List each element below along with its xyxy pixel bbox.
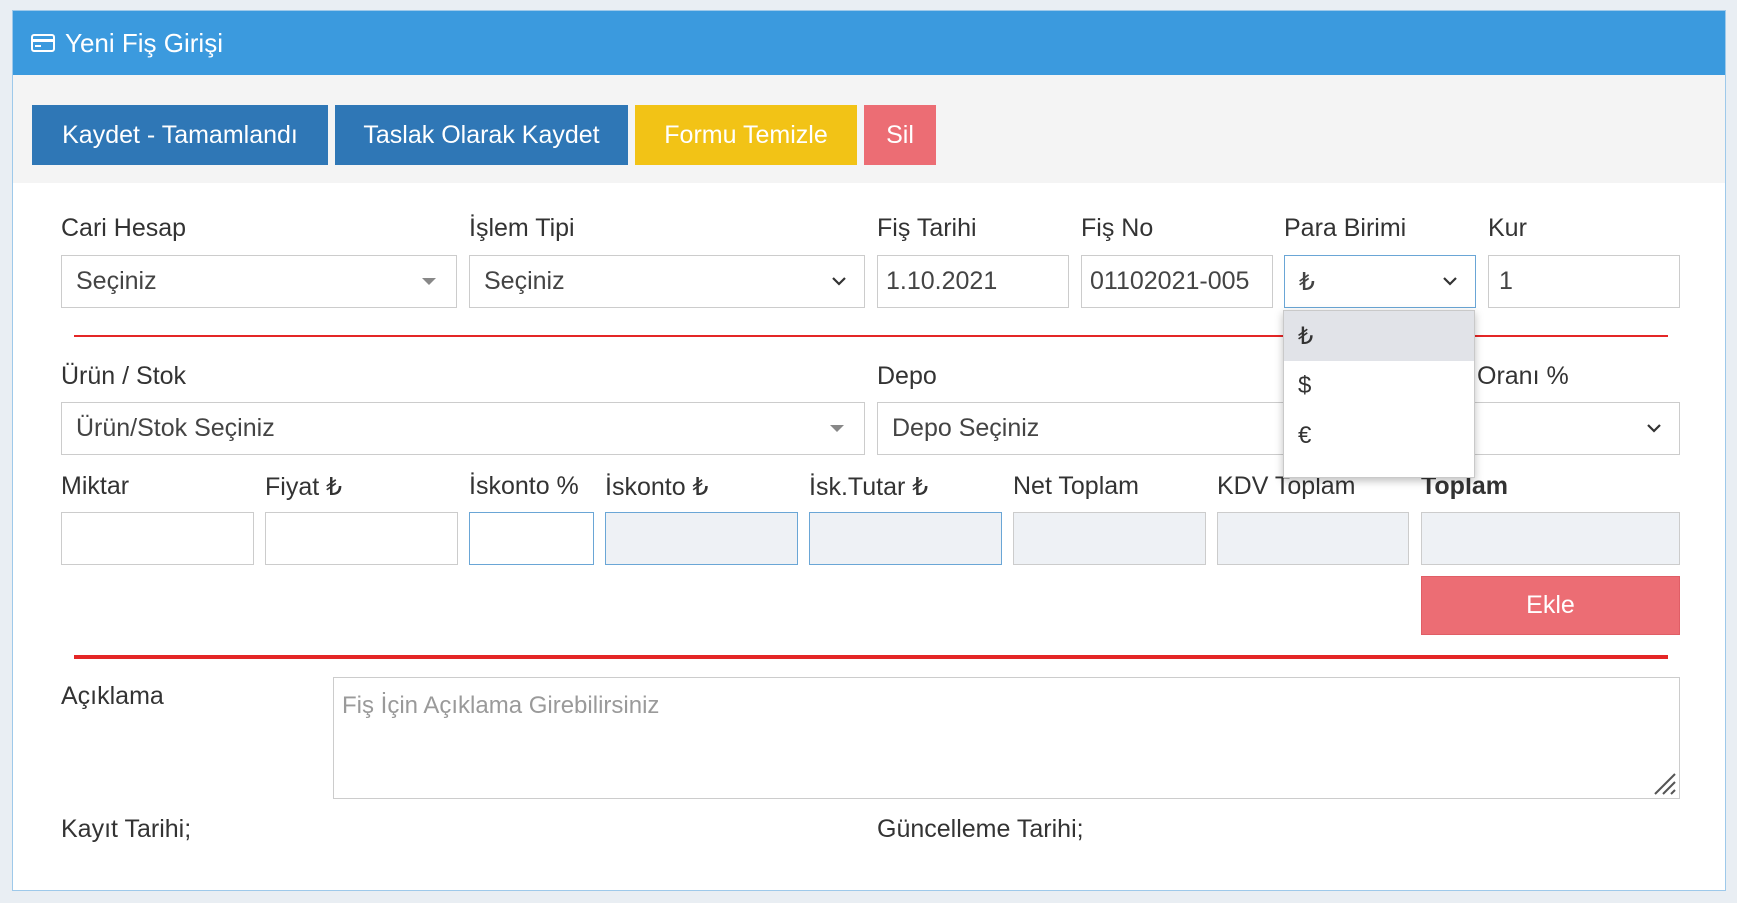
currency-option-usd[interactable]: $ — [1284, 361, 1474, 411]
para-birimi-label: Para Birimi — [1284, 214, 1407, 242]
fis-no-value: 01102021-005 — [1090, 267, 1250, 295]
fis-no-label: Fiş No — [1081, 214, 1154, 242]
caret-down-icon — [422, 278, 436, 285]
aciklama-placeholder: Fiş İçin Açıklama Girebilirsiniz — [342, 692, 660, 719]
chevron-down-icon — [832, 277, 846, 286]
delete-button[interactable]: Sil — [864, 105, 936, 165]
iskonto-yuzde-label: İskonto % — [469, 472, 579, 500]
kayit-tarihi-label: Kayıt Tarihi; — [61, 815, 192, 843]
chevron-down-icon — [1443, 277, 1457, 286]
credit-card-icon — [31, 34, 55, 52]
page-title: Yeni Fiş Girişi — [65, 27, 223, 58]
add-button[interactable]: Ekle — [1421, 576, 1680, 635]
net-toplam-label: Net Toplam — [1013, 472, 1139, 500]
iskonto-tl-input — [605, 512, 798, 565]
islem-tipi-value: Seçiniz — [484, 267, 565, 295]
para-birimi-value: ₺ — [1299, 267, 1315, 296]
save-complete-button[interactable]: Kaydet - Tamamlandı — [32, 105, 328, 165]
kdv-orani-label: Oranı % — [1477, 362, 1569, 390]
isk-tutar-label: İsk.Tutar ₺ — [809, 473, 929, 501]
isk-tutar-input — [809, 512, 1002, 565]
fiyat-label: Fiyat ₺ — [265, 473, 343, 501]
islem-tipi-select[interactable]: Seçiniz — [469, 255, 865, 308]
islem-tipi-label: İşlem Tipi — [469, 214, 575, 242]
para-birimi-dropdown: ₺ $ € — [1283, 310, 1475, 478]
kur-value: 1 — [1499, 267, 1513, 295]
urun-stok-select[interactable]: Ürün/Stok Seçiniz — [61, 402, 865, 455]
kur-label: Kur — [1488, 214, 1527, 242]
resize-handle-icon[interactable] — [1649, 768, 1677, 796]
fis-tarihi-label: Fiş Tarihi — [877, 214, 977, 242]
iskonto-yuzde-input[interactable] — [469, 512, 594, 565]
aciklama-label: Açıklama — [61, 682, 164, 710]
kdv-toplam-input — [1217, 512, 1409, 565]
urun-stok-label: Ürün / Stok — [61, 362, 187, 390]
cari-hesap-label: Cari Hesap — [61, 214, 187, 242]
fis-tarihi-input[interactable]: 1.10.2021 — [877, 255, 1069, 308]
toplam-input — [1421, 512, 1680, 565]
currency-option-eur[interactable]: € — [1284, 411, 1474, 461]
panel-header: Yeni Fiş Girişi — [13, 11, 1725, 75]
urun-stok-placeholder: Ürün/Stok Seçiniz — [76, 414, 275, 442]
kdv-orani-select[interactable] — [1470, 402, 1680, 455]
aciklama-textarea[interactable]: Fiş İçin Açıklama Girebilirsiniz — [333, 677, 1680, 799]
save-draft-button[interactable]: Taslak Olarak Kaydet — [335, 105, 628, 165]
fis-tarihi-value: 1.10.2021 — [886, 267, 998, 295]
depo-placeholder: Depo Seçiniz — [892, 414, 1040, 442]
iskonto-tl-label: İskonto ₺ — [605, 473, 709, 501]
net-toplam-input — [1013, 512, 1206, 565]
depo-label: Depo — [877, 362, 937, 390]
miktar-input[interactable] — [61, 512, 254, 565]
guncelleme-tarihi-label: Güncelleme Tarihi; — [877, 815, 1084, 843]
chevron-down-icon — [1647, 424, 1661, 433]
section-divider-thick — [74, 655, 1668, 659]
currency-option-try[interactable]: ₺ — [1284, 311, 1474, 361]
caret-down-icon — [830, 425, 844, 432]
clear-form-button[interactable]: Formu Temizle — [635, 105, 857, 165]
para-birimi-select[interactable]: ₺ — [1284, 255, 1476, 308]
kur-input[interactable]: 1 — [1488, 255, 1680, 308]
cari-hesap-select[interactable]: Seçiniz — [61, 255, 457, 308]
cari-hesap-value: Seçiniz — [76, 267, 157, 295]
fis-no-input[interactable]: 01102021-005 — [1081, 255, 1273, 308]
miktar-label: Miktar — [61, 472, 130, 500]
fiyat-input[interactable] — [265, 512, 458, 565]
toolbar: Kaydet - Tamamlandı Taslak Olarak Kaydet… — [13, 75, 1725, 183]
